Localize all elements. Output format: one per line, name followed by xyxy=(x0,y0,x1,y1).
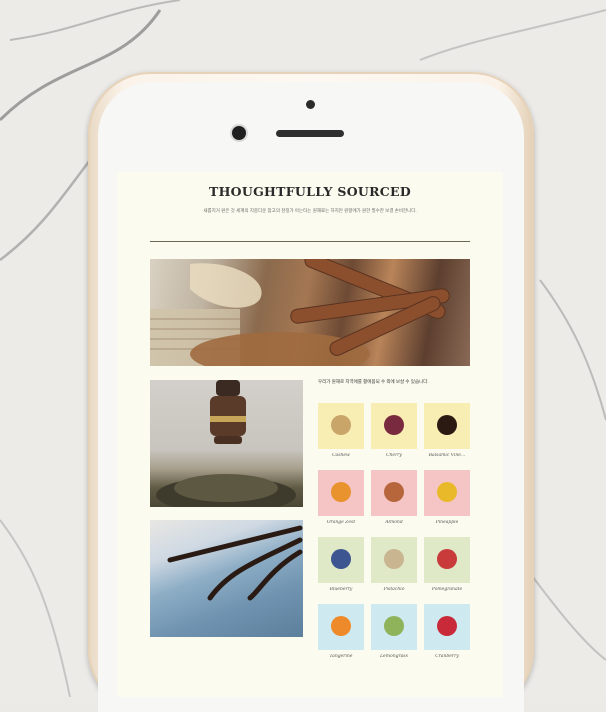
ingredient-label: Blueberry xyxy=(329,587,353,592)
pineapple-icon xyxy=(437,482,457,502)
ingredient-tile[interactable] xyxy=(371,604,417,650)
cashew-icon xyxy=(331,415,351,435)
lemongrass-icon xyxy=(384,616,404,636)
ingredient-label: Orange Zest xyxy=(326,520,356,525)
ingredient-label: Cherry xyxy=(386,453,402,458)
ingredient-label: Pineapple xyxy=(435,520,459,525)
ingredient-tile[interactable] xyxy=(371,470,417,516)
front-camera-icon xyxy=(232,126,246,140)
ingredients-intro: 우리가 원재로 지역에를 활에봅되 수 외에 보살 수 있습니다. xyxy=(318,379,429,384)
tangerine-icon xyxy=(331,616,351,636)
ingredient-tile[interactable] xyxy=(318,537,364,583)
pistachio-icon xyxy=(384,549,404,569)
ingredient-label: Pomegranate xyxy=(431,587,463,592)
ingredient-tile[interactable] xyxy=(424,403,470,449)
ingredient-label: Tangerine xyxy=(329,654,353,659)
blueberry-icon xyxy=(331,549,351,569)
almond-icon xyxy=(384,482,404,502)
earpiece-speaker xyxy=(276,130,344,137)
ingredient-tile[interactable] xyxy=(371,403,417,449)
page-title: THOUGHTFULLY SOURCED xyxy=(208,184,412,199)
ingredient-label: Almond xyxy=(385,520,403,525)
ingredient-tile[interactable] xyxy=(318,604,364,650)
ingredient-label: Pistachio xyxy=(383,587,405,592)
ingredient-label: Cranberry xyxy=(435,654,459,659)
ingredient-tile[interactable] xyxy=(371,537,417,583)
ingredient-label: Balsamic Vine... xyxy=(428,453,466,458)
orange-zest-icon xyxy=(331,482,351,502)
ingredient-tile[interactable] xyxy=(318,470,364,516)
ingredient-label: Cashew xyxy=(332,453,350,458)
ingredient-tile[interactable] xyxy=(318,403,364,449)
cranberry-icon xyxy=(437,616,457,636)
divider xyxy=(150,241,470,242)
ingredient-tile[interactable] xyxy=(424,470,470,516)
vanilla-bean-photo xyxy=(150,520,303,637)
ingredient-tile[interactable] xyxy=(424,604,470,650)
cinnamon-photo xyxy=(150,259,470,366)
pomegranate-icon xyxy=(437,549,457,569)
pepper-grinder-photo xyxy=(150,380,303,507)
phone-screen: THOUGHTFULLY SOURCED 새롭지거 원은 것 세계의 지중다운 … xyxy=(117,172,503,697)
page-subtitle: 새롭지거 원은 것 세계의 지중다운 참고의 천정가 아는타는 원재료는 하지만… xyxy=(203,208,417,213)
proximity-sensor xyxy=(306,100,315,109)
balsamic-icon xyxy=(437,415,457,435)
ingredient-label: Lemongrass xyxy=(380,654,408,659)
ingredient-tile[interactable] xyxy=(424,537,470,583)
cherry-icon xyxy=(384,415,404,435)
